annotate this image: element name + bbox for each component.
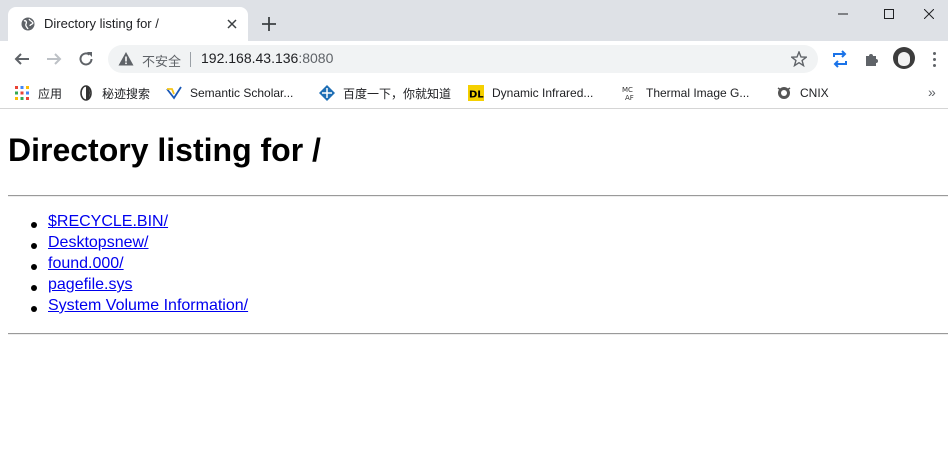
bookmark-label: Semantic Scholar... (190, 86, 294, 100)
dl-icon: DL (468, 85, 484, 101)
omnibox-divider (190, 52, 191, 67)
baidu-icon (319, 85, 335, 101)
page-heading: Directory listing for / (8, 132, 321, 168)
security-label[interactable]: 不安全 (142, 51, 181, 70)
minimize-icon[interactable] (820, 0, 866, 28)
bookmarks-bar: 应用 秘迹搜索 Semantic Scholar... 百度一下，你就知道 DL… (0, 77, 948, 109)
bookmark-mijisou[interactable]: 秘迹搜索 (78, 83, 150, 103)
url-port: :8080 (298, 50, 334, 66)
avatar-face (898, 52, 910, 66)
profile-avatar[interactable] (893, 47, 915, 69)
forward-icon[interactable] (40, 45, 68, 73)
new-tab-icon[interactable] (258, 13, 280, 35)
reload-icon[interactable] (72, 45, 100, 73)
apps-grid-icon (14, 85, 30, 101)
back-icon[interactable] (8, 45, 36, 73)
bookmarks-overflow-icon[interactable]: » (928, 84, 936, 100)
svg-text:MC: MC (622, 86, 633, 94)
bookmark-label: Thermal Image G... (646, 86, 750, 100)
url-text[interactable]: 192.168.43.136:8080 (201, 50, 333, 66)
sync-extension-icon[interactable] (830, 49, 850, 69)
entry-recycle-bin-link[interactable]: $RECYCLE.BIN/ (48, 213, 168, 230)
bottom-divider (8, 333, 948, 335)
bookmark-apps[interactable]: 应用 (14, 83, 62, 103)
entry-system-volume-link[interactable]: System Volume Information/ (48, 297, 248, 314)
more-menu-icon[interactable] (926, 49, 942, 69)
bookmark-label: 百度一下，你就知道 (343, 86, 452, 101)
list-item: found.000/ (8, 255, 248, 276)
entry-found-000-link[interactable]: found.000/ (48, 255, 124, 272)
semantic-scholar-icon (166, 85, 182, 101)
url-host: 192.168.43.136 (201, 50, 299, 66)
mcaf-icon: MC AF (622, 85, 638, 102)
top-divider (8, 195, 948, 197)
browser-toolbar: 不安全 192.168.43.136:8080 (0, 41, 948, 77)
list-item: Desktopsnew/ (8, 234, 248, 255)
entry-desktopsnew-link[interactable]: Desktopsnew/ (48, 234, 149, 251)
bookmark-cnix[interactable]: CNIX (776, 83, 829, 103)
svg-text:AF: AF (625, 94, 634, 101)
list-item: $RECYCLE.BIN/ (8, 213, 248, 234)
entry-pagefile-link[interactable]: pagefile.sys (48, 276, 133, 293)
bookmark-semantic-scholar[interactable]: Semantic Scholar... (166, 83, 293, 103)
list-item: pagefile.sys (8, 276, 248, 297)
mijisou-icon (78, 85, 94, 101)
bookmark-label: 秘迹搜索 (102, 86, 151, 101)
address-bar[interactable]: 不安全 192.168.43.136:8080 (108, 45, 818, 73)
active-tab[interactable]: Directory listing for / (8, 7, 248, 41)
tab-close-icon[interactable] (224, 16, 240, 32)
page-content: Directory listing for / $RECYCLE.BIN/ De… (0, 110, 948, 458)
maximize-icon[interactable] (866, 0, 912, 28)
tab-strip: Directory listing for / (0, 0, 948, 41)
warning-icon[interactable] (118, 51, 134, 67)
list-item: System Volume Information/ (8, 297, 248, 318)
cnix-icon (776, 85, 792, 101)
globe-icon (21, 17, 35, 31)
window-close-icon[interactable] (910, 0, 948, 28)
bookmark-label: CNIX (800, 86, 829, 100)
svg-text:DL: DL (469, 90, 484, 101)
directory-list: $RECYCLE.BIN/ Desktopsnew/ found.000/ pa… (8, 213, 248, 318)
bookmark-star-icon[interactable] (791, 51, 807, 67)
extensions-puzzle-icon[interactable] (862, 49, 882, 69)
bookmark-dynamic-infrared[interactable]: DL Dynamic Infrared... (468, 83, 593, 103)
tab-title: Directory listing for / (44, 16, 159, 31)
bookmark-baidu[interactable]: 百度一下，你就知道 (319, 83, 451, 103)
bookmark-thermal-image[interactable]: MC AF Thermal Image G... (622, 83, 749, 103)
bookmark-label: 应用 (38, 86, 63, 101)
bookmark-label: Dynamic Infrared... (492, 86, 594, 100)
